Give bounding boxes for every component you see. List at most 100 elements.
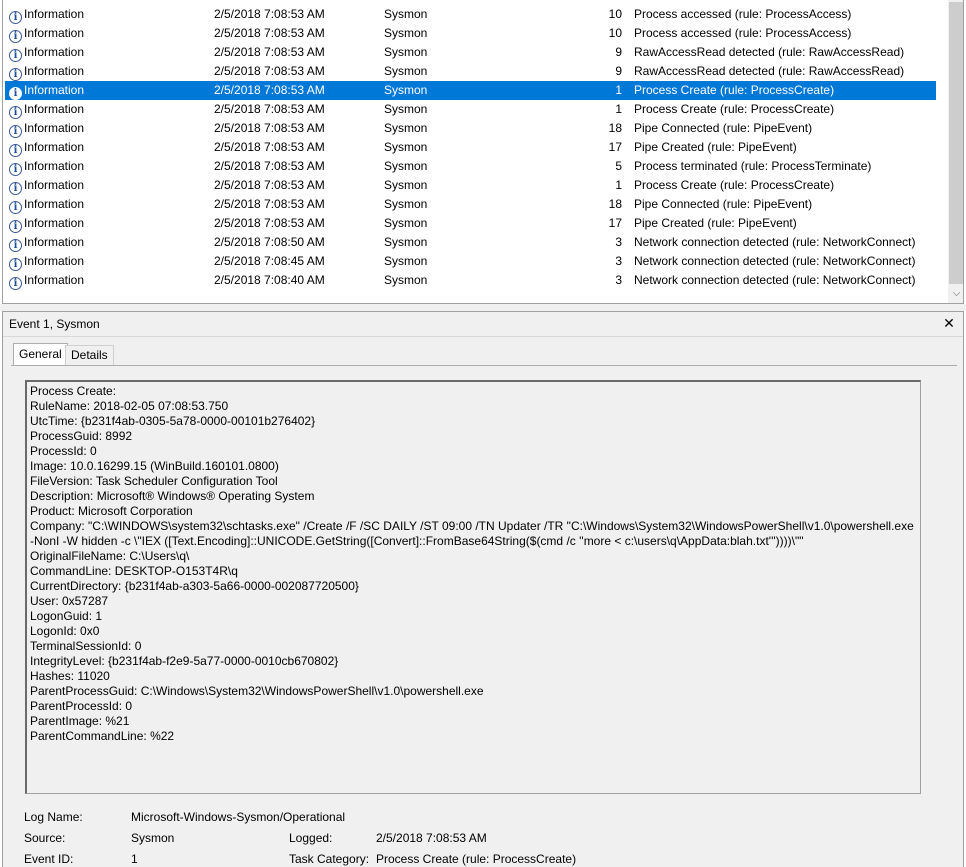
event-level-label: Information	[24, 26, 85, 40]
info-icon: i	[9, 49, 22, 62]
event-level-label: Information	[24, 140, 85, 154]
event-source: Sysmon	[384, 64, 428, 78]
event-task-category: Pipe Created (rule: PipeEvent)	[634, 216, 797, 230]
event-id: 10	[608, 26, 622, 40]
pane-splitter[interactable]	[0, 304, 966, 311]
description-line: ParentProcessId: 0	[30, 699, 133, 713]
event-task-category: RawAccessRead detected (rule: RawAccessR…	[634, 64, 905, 78]
description-line: User: 0x57287	[30, 594, 109, 608]
event-source: Sysmon	[384, 7, 428, 21]
event-row[interactable]: i Information 2/5/2018 7:08:53 AM Sysmon 1 Pr…	[5, 100, 936, 119]
event-level: i Information	[9, 271, 84, 290]
description-line: ParentImage: %21	[30, 714, 130, 728]
event-row[interactable]: i Information 2/5/2018 7:08:53 AM Sysmon 17 P…	[5, 138, 936, 157]
event-level-label: Information	[24, 159, 85, 173]
tab-general[interactable]: General	[13, 343, 68, 365]
event-date: 2/5/2018 7:08:53 AM	[214, 197, 325, 211]
description-line: LogonId: 0x0	[30, 624, 100, 638]
description-line: Process Create:	[30, 384, 117, 398]
event-level: i Information	[9, 24, 84, 43]
event-row[interactable]: i Information 2/5/2018 7:08:53 AM Sysmon 10 P…	[5, 5, 936, 24]
log-name-label: Log Name:	[24, 810, 83, 824]
event-row[interactable]: i Information 2/5/2018 7:08:45 AM Sysmon 3 Ne…	[5, 252, 936, 271]
event-id: 1	[615, 102, 622, 116]
event-source: Sysmon	[384, 26, 428, 40]
scroll-down-icon[interactable]: ⌵	[948, 287, 963, 301]
event-level-label: Information	[24, 64, 85, 78]
divider	[3, 336, 963, 337]
event-task-category: Process Create (rule: ProcessCreate)	[634, 83, 835, 97]
event-row[interactable]: i Information 2/5/2018 7:08:50 AM Sysmon 3 Ne…	[5, 233, 936, 252]
event-id: 10	[608, 7, 622, 21]
description-line: OriginalFileName: C:\Users\q\	[30, 549, 190, 563]
event-source: Sysmon	[384, 159, 428, 173]
event-level-label: Information	[24, 102, 85, 116]
vertical-scrollbar[interactable]: ⌵	[948, 0, 963, 303]
description-line: Description: Microsoft® Windows® Operati…	[30, 489, 315, 503]
event-task-category: Pipe Connected (rule: PipeEvent)	[634, 121, 813, 135]
event-id: 9	[615, 64, 622, 78]
event-preview-pane: Event 1, Sysmon ✕ General Details Proces…	[2, 311, 964, 867]
description-line: TerminalSessionId: 0	[30, 639, 142, 653]
event-row[interactable]: i Information 2/5/2018 7:08:53 AM Sysmon 17 P…	[5, 214, 936, 233]
info-icon: i	[9, 68, 22, 81]
event-level: i Information	[9, 176, 84, 195]
event-row[interactable]: i Information 2/5/2018 7:08:53 AM Sysmon 9 Ra…	[5, 43, 936, 62]
description-line: ParentCommandLine: %22	[30, 729, 175, 743]
info-icon: i	[9, 277, 22, 290]
event-id: 17	[608, 216, 622, 230]
event-level: i Information	[9, 62, 84, 81]
event-source: Sysmon	[384, 140, 428, 154]
description-line: CurrentDirectory: {b231f4ab-a303-5a66-00…	[30, 579, 359, 593]
event-source: Sysmon	[384, 102, 428, 116]
tab-details[interactable]: Details	[65, 345, 114, 365]
event-row[interactable]: i Information 2/5/2018 7:08:53 AM Sysmon 18 P…	[5, 195, 936, 214]
info-icon: i	[9, 163, 22, 176]
event-description-text[interactable]: Process Create: RuleName: 2018-02-05 07:0…	[25, 380, 921, 794]
event-row[interactable]: i Information 2/5/2018 7:08:53 AM Sysmon 18 P…	[5, 119, 936, 138]
event-level: i Information	[9, 5, 84, 24]
event-level-label: Information	[24, 121, 85, 135]
event-source: Sysmon	[384, 121, 428, 135]
close-icon[interactable]: ✕	[940, 314, 958, 332]
logged-label: Logged:	[289, 831, 333, 845]
event-row[interactable]: i Information 2/5/2018 7:08:53 AM Sysmon 1 Pr…	[5, 81, 936, 100]
event-level-label: Information	[24, 45, 85, 59]
divider	[11, 365, 957, 366]
log-name-value: Microsoft-Windows-Sysmon/Operational	[131, 810, 346, 824]
event-date: 2/5/2018 7:08:50 AM	[214, 235, 325, 249]
info-icon: i	[9, 11, 22, 24]
event-row[interactable]: i Information 2/5/2018 7:08:53 AM Sysmon 10 P…	[5, 24, 936, 43]
event-source: Sysmon	[384, 235, 428, 249]
description-line: FileVersion: Task Scheduler Configuratio…	[30, 474, 278, 488]
event-level-label: Information	[24, 197, 85, 211]
event-row[interactable]: i Information 2/5/2018 7:08:53 AM Sysmon 5 Pr…	[5, 157, 936, 176]
preview-title: Event 1, Sysmon	[9, 317, 100, 331]
info-icon: i	[9, 144, 22, 157]
event-list[interactable]: i Information 2/5/2018 7:08:53 AM Sysmon 10 P…	[2, 0, 964, 304]
scrollbar-thumb[interactable]	[949, 2, 963, 284]
event-source: Sysmon	[384, 178, 428, 192]
event-task-category: Process accessed (rule: ProcessAccess)	[634, 26, 852, 40]
event-level-label: Information	[24, 273, 85, 287]
event-task-category: Process Create (rule: ProcessCreate)	[634, 178, 835, 192]
description-line: IntegrityLevel: {b231f4ab-f2e9-5a77-0000…	[30, 654, 339, 668]
event-task-category: Network connection detected (rule: Netwo…	[634, 235, 916, 249]
description-line: ProcessId: 0	[30, 444, 97, 458]
event-row[interactable]: i Information 2/5/2018 7:08:53 AM Sysmon 1 Pr…	[5, 176, 936, 195]
event-level-label: Information	[24, 235, 85, 249]
event-task-category: Process Create (rule: ProcessCreate)	[634, 102, 835, 116]
event-id: 5	[615, 159, 622, 173]
event-id: 3	[615, 254, 622, 268]
event-level: i Information	[9, 100, 84, 119]
info-icon: i	[9, 182, 22, 195]
event-source: Sysmon	[384, 273, 428, 287]
event-row[interactable]: i Information 2/5/2018 7:08:53 AM Sysmon 9 Ra…	[5, 62, 936, 81]
event-level: i Information	[9, 81, 84, 100]
event-row[interactable]: i Information 2/5/2018 7:08:40 AM Sysmon 3 Ne…	[5, 271, 936, 290]
info-icon: i	[9, 201, 22, 214]
event-date: 2/5/2018 7:08:53 AM	[214, 26, 325, 40]
source-value: Sysmon	[131, 831, 175, 845]
event-level: i Information	[9, 43, 84, 62]
info-icon: i	[9, 258, 22, 271]
